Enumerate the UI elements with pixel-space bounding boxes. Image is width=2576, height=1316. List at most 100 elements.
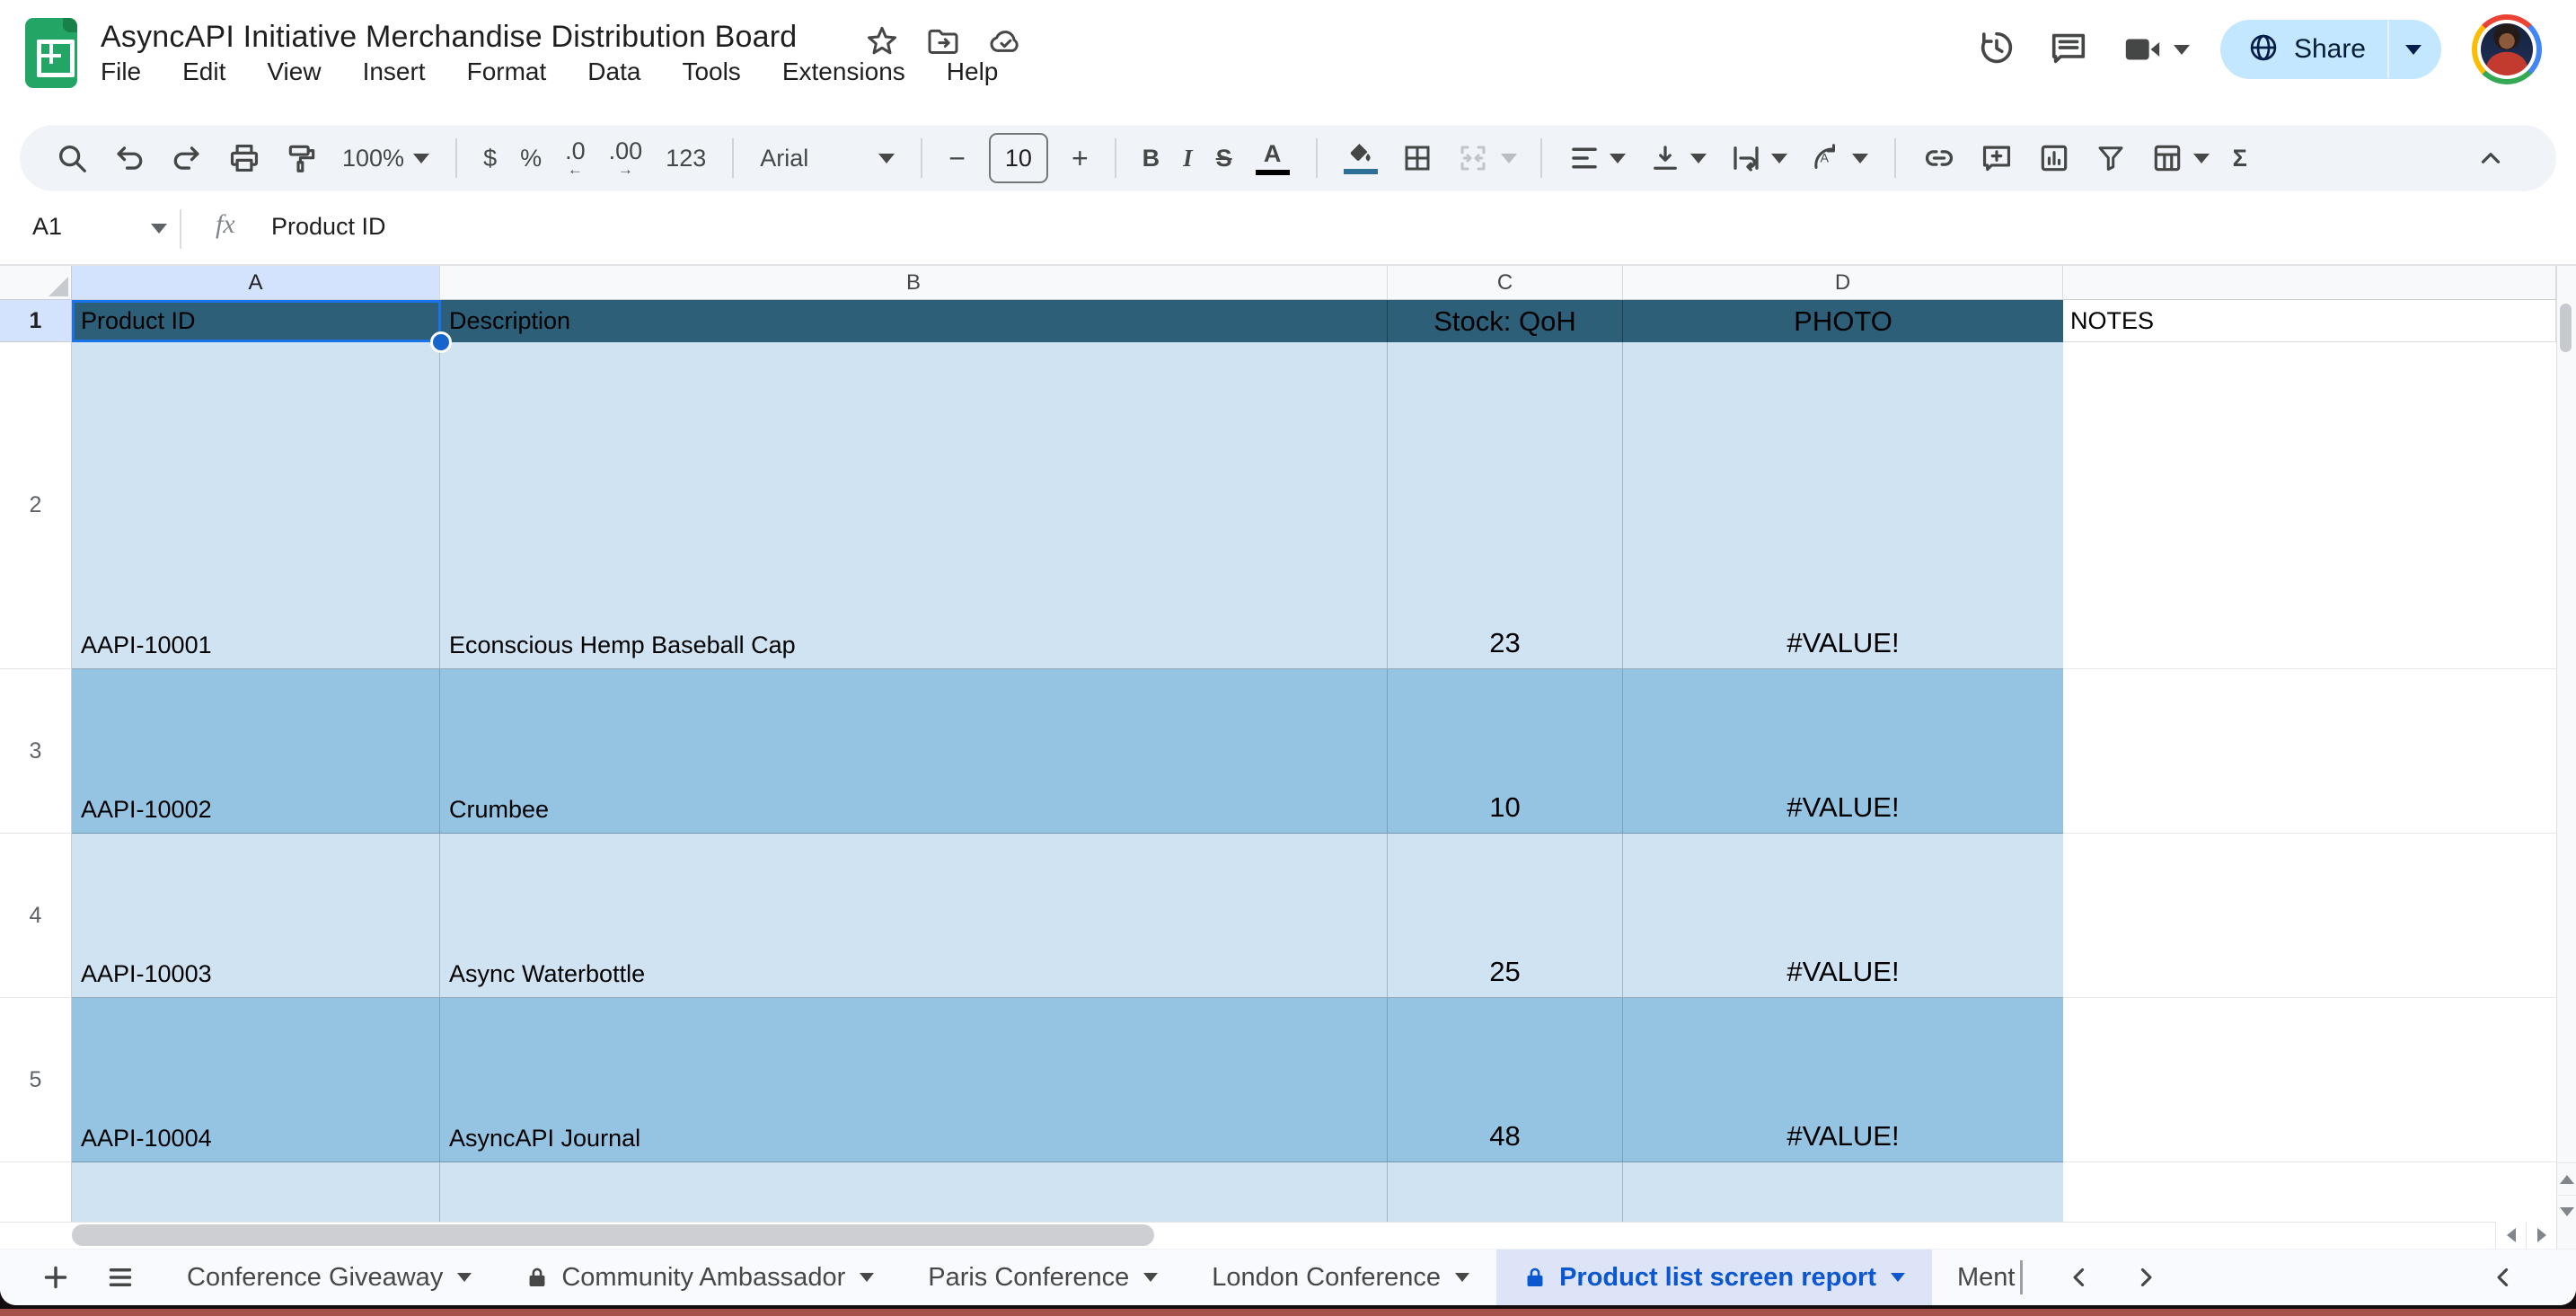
show-side-panel-icon[interactable] [2488,1250,2519,1305]
column-header-a[interactable]: A [72,266,440,300]
merge-cells-caret-icon[interactable] [1500,153,1517,163]
insert-link-icon[interactable] [1922,141,1956,175]
format-percent-button[interactable]: % [520,145,542,172]
add-sheet-icon[interactable] [40,1250,72,1305]
column-header-e[interactable] [2063,266,2556,300]
paint-format-icon[interactable] [285,141,319,175]
cell-d1[interactable]: PHOTO [1623,300,2063,342]
name-box[interactable]: A1 [32,213,62,241]
row-header-5[interactable]: 5 [0,998,72,1162]
cell-b5[interactable]: AsyncAPI Journal [440,998,1388,1162]
cell-c5[interactable]: 48 [1388,998,1623,1162]
redo-icon[interactable] [170,141,204,175]
font-family-select[interactable]: Arial [760,145,895,172]
scroll-left-button[interactable] [2495,1222,2526,1249]
sheet-tab-menu-icon[interactable] [1143,1273,1159,1282]
sheet-tab-community-ambassador[interactable]: Community Ambassador [498,1250,901,1305]
video-call-icon[interactable] [2120,29,2190,70]
sheet-tab-menu-icon[interactable] [860,1273,875,1282]
collapse-toolbar-icon[interactable] [2475,143,2506,173]
cell-d2[interactable]: #VALUE! [1623,342,2063,669]
cell-e1[interactable]: NOTES [2063,300,2556,342]
menu-format[interactable]: Format [467,57,547,86]
menu-help[interactable]: Help [947,57,999,86]
menu-edit[interactable]: Edit [182,57,225,86]
column-header-c[interactable]: C [1388,266,1623,300]
cell-d5[interactable]: #VALUE! [1623,998,2063,1162]
cell-b3[interactable]: Crumbee [440,669,1388,834]
menu-data[interactable]: Data [587,57,640,86]
insert-chart-icon[interactable] [2037,141,2071,175]
sheet-tab-paris-conference[interactable]: Paris Conference [901,1250,1185,1305]
cell-a5[interactable]: AAPI-10004 [72,998,440,1162]
text-color-button[interactable]: A [1255,141,1290,175]
select-all-corner[interactable] [0,266,72,300]
decrease-font-button[interactable]: − [948,142,966,175]
share-dropdown-icon[interactable] [2405,44,2422,55]
cell-a6-partial[interactable] [72,1162,440,1222]
fill-color-button[interactable] [1343,142,1378,174]
menu-file[interactable]: File [101,57,141,86]
text-rotation-icon[interactable]: A [1811,142,1868,174]
all-sheets-icon[interactable] [104,1250,137,1305]
increase-decimal-button[interactable]: .00 → [609,139,643,178]
vertical-scrollbar-thumb[interactable] [2560,304,2572,352]
next-tabs-icon[interactable] [2130,1250,2161,1305]
comments-icon[interactable] [2048,27,2089,73]
prev-tabs-icon[interactable] [2064,1250,2095,1305]
cell-d3[interactable]: #VALUE! [1623,669,2063,834]
italic-button[interactable]: I [1183,145,1193,172]
row-header-6-partial[interactable] [0,1162,72,1222]
cell-d4[interactable]: #VALUE! [1623,834,2063,998]
sheet-tab-menu-icon[interactable] [457,1273,472,1282]
print-icon[interactable] [227,141,261,175]
cell-c4[interactable]: 25 [1388,834,1623,998]
menu-tools[interactable]: Tools [682,57,740,86]
sheet-tab-london-conference[interactable]: London Conference [1185,1250,1496,1305]
borders-icon[interactable] [1401,142,1434,174]
increase-font-button[interactable]: + [1072,142,1089,175]
document-title[interactable]: AsyncAPI Initiative Merchandise Distribu… [101,20,797,55]
menu-insert[interactable]: Insert [363,57,426,86]
cell-b2[interactable]: Econscious Hemp Baseball Cap [440,342,1388,669]
sheet-tab-overflow[interactable]: Ment [1957,1250,2024,1305]
video-call-caret-icon[interactable] [2173,44,2190,55]
fill-handle[interactable] [430,331,452,353]
format-currency-button[interactable]: $ [483,145,497,172]
vertical-scrollbar[interactable] [2556,266,2576,1249]
cell-b1[interactable]: Description [440,300,1388,342]
notes-column-cell[interactable] [2063,998,2556,1162]
cell-c2[interactable]: 23 [1388,342,1623,669]
cell-a4[interactable]: AAPI-10003 [72,834,440,998]
decrease-decimal-button[interactable]: .0 ← [565,139,586,178]
cell-a3[interactable]: AAPI-10002 [72,669,440,834]
cell-d6-partial[interactable] [1623,1162,2063,1222]
zoom-select[interactable]: 100% [342,145,430,172]
table-views-icon[interactable] [2150,141,2210,175]
bold-button[interactable]: B [1142,145,1160,172]
row-header-4[interactable]: 4 [0,834,72,998]
undo-icon[interactable] [112,141,146,175]
functions-button[interactable]: Σ [2233,145,2247,172]
row-header-2[interactable]: 2 [0,342,72,669]
filter-icon[interactable] [2095,142,2127,174]
cell-c3[interactable]: 10 [1388,669,1623,834]
vertical-align-icon[interactable] [1649,142,1707,174]
cell-c6-partial[interactable] [1388,1162,1623,1222]
notes-column-cell[interactable] [2063,834,2556,998]
horizontal-scrollbar-thumb[interactable] [72,1224,1154,1246]
text-wrap-icon[interactable] [1730,142,1787,174]
sheets-logo-icon[interactable] [25,18,77,88]
cell-b6-partial[interactable] [440,1162,1388,1222]
name-box-caret-icon[interactable] [151,224,167,234]
notes-column-cell[interactable] [2063,669,2556,834]
number-format-button[interactable]: 123 [666,145,706,172]
merge-cells-icon[interactable] [1457,142,1489,174]
row-header-3[interactable]: 3 [0,669,72,834]
sheet-tab-product-list-screen-report[interactable]: Product list screen report [1496,1250,1932,1305]
column-header-d[interactable]: D [1623,266,2063,300]
scroll-down-button[interactable] [2556,1195,2576,1227]
cell-c1[interactable]: Stock: QoH [1388,300,1623,342]
version-history-icon[interactable] [1976,27,2017,73]
row-header-1[interactable]: 1 [0,300,72,342]
